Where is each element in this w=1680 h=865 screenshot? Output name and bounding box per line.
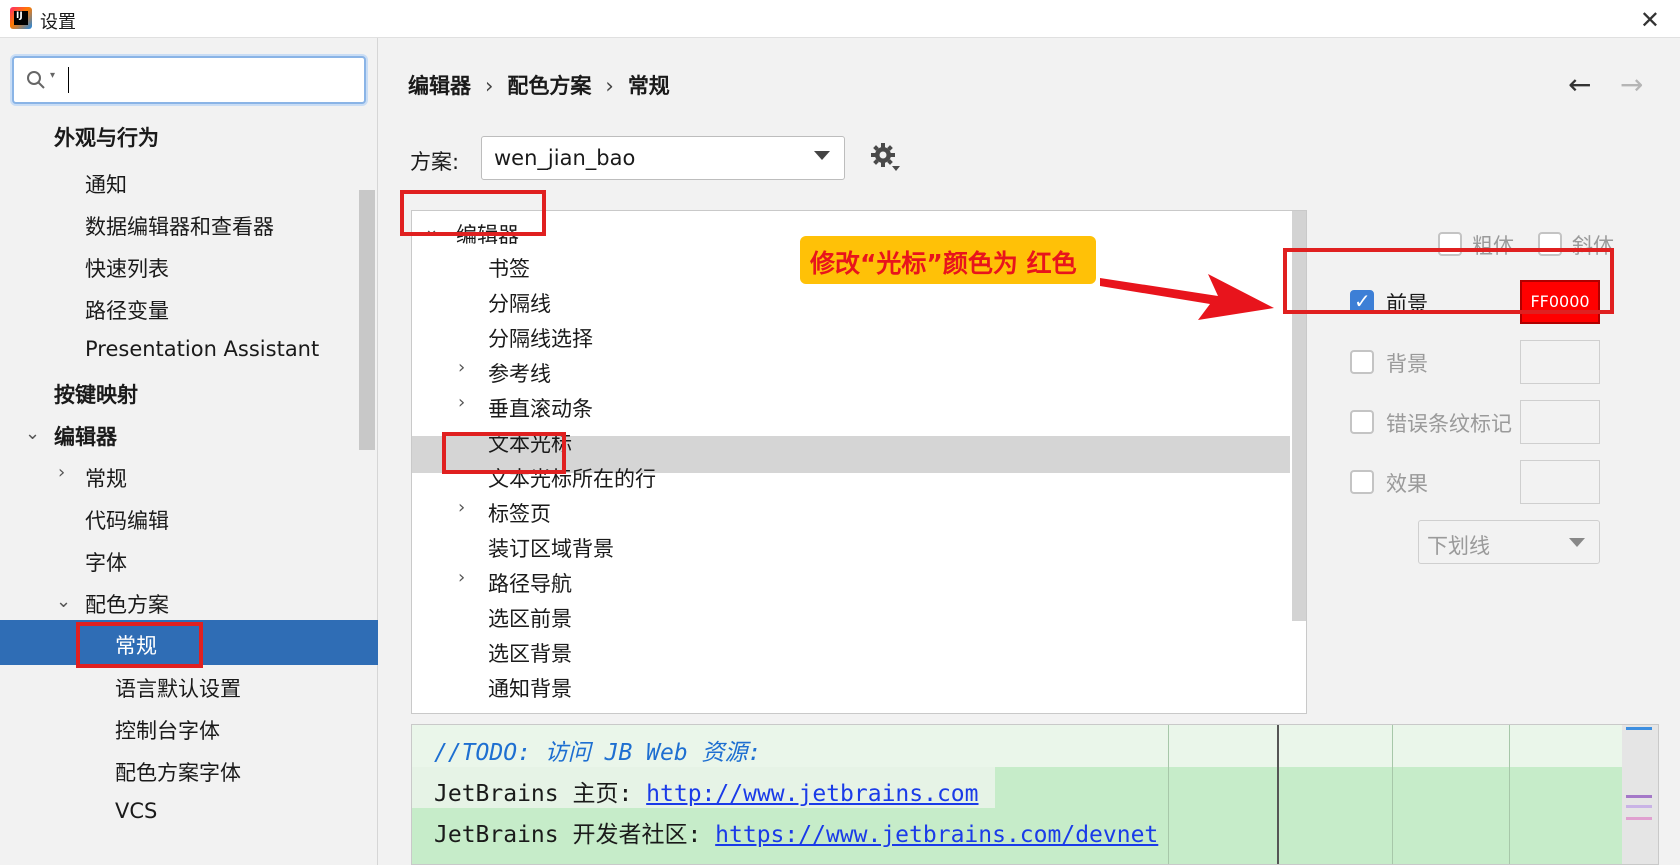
search-options-icon[interactable]: ▾ (50, 70, 55, 81)
annotation-callout: 修改“光标”颜色为 红色 (800, 236, 1096, 284)
title-bar: IJ 设置 ✕ (0, 0, 1680, 38)
preview-guide (1168, 725, 1169, 864)
sidebar-item-editor[interactable]: 编辑器 (54, 421, 117, 451)
tree-item-gutter-background[interactable]: 装订区域背景 (488, 533, 614, 563)
breadcrumb-item: 常规 (627, 74, 670, 98)
preview-right-margin (1277, 725, 1279, 864)
sidebar-item-appearance[interactable]: 外观与行为 (54, 122, 159, 152)
tree-item-tabs[interactable]: 标签页 (488, 498, 551, 528)
highlight-box-text-cursor (442, 432, 566, 474)
breadcrumb: 编辑器 › 配色方案 › 常规 (408, 74, 670, 98)
tree-item-notification-background[interactable]: 通知背景 (488, 673, 572, 703)
chevron-down-icon (814, 151, 830, 160)
highlight-box-foreground (1283, 248, 1614, 314)
preview-todo-comment: //TODO: 访问 JB Web 资源: (434, 740, 762, 766)
sidebar-item-quick-lists[interactable]: 快速列表 (85, 253, 169, 283)
chevron-down-icon[interactable]: ⌄ (56, 591, 71, 612)
search-input[interactable]: ▾ (12, 56, 366, 104)
devnet-link[interactable]: https://www.jetbrains.com/devnet (715, 822, 1158, 848)
settings-sidebar: ▾ 外观与行为 通知 数据编辑器和查看器 快速列表 路径变量 Presentat… (0, 38, 378, 865)
app-icon: IJ (10, 7, 32, 29)
preview-guide (1509, 725, 1510, 864)
chevron-down-icon (1569, 538, 1585, 547)
error-stripe-color-swatch[interactable] (1520, 400, 1600, 444)
sidebar-item-language-defaults[interactable]: 语言默认设置 (115, 673, 241, 703)
sidebar-item-font[interactable]: 字体 (85, 547, 127, 577)
sidebar-item-color-scheme[interactable]: 配色方案 (85, 589, 169, 619)
preview-line-devnet: JetBrains 开发者社区: https://www.jetbrains.c… (434, 822, 1159, 848)
scheme-value: wen_jian_bao (494, 146, 636, 170)
tree-item-bookmarks[interactable]: 书签 (488, 253, 530, 283)
sidebar-item-data-editors[interactable]: 数据编辑器和查看器 (85, 211, 274, 241)
stripe-mark (1626, 795, 1652, 798)
tree-item-separator[interactable]: 分隔线 (488, 288, 551, 318)
scheme-label: 方案: (410, 150, 460, 174)
chevron-right-icon[interactable]: › (58, 462, 65, 483)
tree-item-selection-foreground[interactable]: 选区前景 (488, 603, 572, 633)
effect-type-dropdown[interactable]: 下划线 (1418, 520, 1600, 564)
gear-icon[interactable] (870, 142, 900, 172)
window-title: 设置 (40, 12, 76, 33)
effects-checkbox[interactable] (1350, 470, 1374, 494)
sidebar-item-color-scheme-font[interactable]: 配色方案字体 (115, 757, 241, 787)
search-icon (27, 71, 45, 89)
sidebar-item-console-font[interactable]: 控制台字体 (115, 715, 220, 745)
effect-type-value: 下划线 (1427, 534, 1490, 558)
error-stripe-checkbox[interactable] (1350, 410, 1374, 434)
background-checkbox[interactable] (1350, 350, 1374, 374)
back-arrow-icon[interactable]: ← (1568, 68, 1591, 101)
breadcrumb-item[interactable]: 配色方案 (507, 74, 591, 98)
sidebar-item-presentation-assistant[interactable]: Presentation Assistant (85, 337, 319, 361)
sidebar-item-path-variables[interactable]: 路径变量 (85, 295, 169, 325)
preview-guide (1392, 725, 1393, 864)
sidebar-item-notifications[interactable]: 通知 (85, 169, 127, 199)
background-label: 背景 (1386, 352, 1428, 376)
close-icon[interactable]: ✕ (1640, 6, 1660, 34)
forward-arrow-icon[interactable]: → (1620, 68, 1643, 101)
scheme-dropdown[interactable]: wen_jian_bao (481, 136, 845, 180)
stripe-mark (1626, 805, 1652, 808)
chevron-right-icon[interactable]: › (458, 357, 465, 378)
chevron-right-icon[interactable]: › (458, 392, 465, 413)
highlight-box-tree-editor (400, 190, 546, 236)
annotation-arrow (1100, 274, 1274, 320)
chevron-right-icon[interactable]: › (458, 497, 465, 518)
code-preview: //TODO: 访问 JB Web 资源: JetBrains 主页: http… (411, 724, 1659, 865)
highlight-box-sidebar (76, 622, 203, 668)
tree-item-selection-background[interactable]: 选区背景 (488, 638, 572, 668)
homepage-link[interactable]: http://www.jetbrains.com (646, 781, 978, 807)
chevron-down-icon[interactable]: ⌄ (25, 423, 40, 444)
tree-item-vertical-scrollbar[interactable]: 垂直滚动条 (488, 393, 593, 423)
tree-item-guides[interactable]: 参考线 (488, 358, 551, 388)
sidebar-item-keymap[interactable]: 按键映射 (54, 379, 138, 409)
preview-line-homepage: JetBrains 主页: http://www.jetbrains.com (434, 781, 979, 807)
stripe-mark (1626, 727, 1652, 730)
sidebar-item-general[interactable]: 常规 (85, 463, 127, 493)
effects-color-swatch[interactable] (1520, 460, 1600, 504)
preview-error-stripe[interactable] (1622, 725, 1658, 864)
sidebar-scrollbar[interactable] (359, 190, 375, 450)
stripe-mark (1626, 817, 1652, 820)
tree-item-breadcrumbs[interactable]: 路径导航 (488, 568, 572, 598)
sidebar-item-vcs[interactable]: VCS (115, 799, 157, 823)
effects-label: 效果 (1386, 472, 1428, 496)
main-panel: 编辑器 › 配色方案 › 常规 ← → 方案: wen_jian_bao ⌄ 编辑器 书… (380, 38, 1680, 865)
sidebar-item-code-editing[interactable]: 代码编辑 (85, 505, 169, 535)
tree-item-separator-selection[interactable]: 分隔线选择 (488, 323, 593, 353)
background-color-swatch[interactable] (1520, 340, 1600, 384)
breadcrumb-item[interactable]: 编辑器 (408, 74, 471, 98)
text-caret (68, 67, 69, 93)
chevron-right-icon[interactable]: › (458, 567, 465, 588)
error-stripe-label: 错误条纹标记 (1386, 412, 1512, 436)
